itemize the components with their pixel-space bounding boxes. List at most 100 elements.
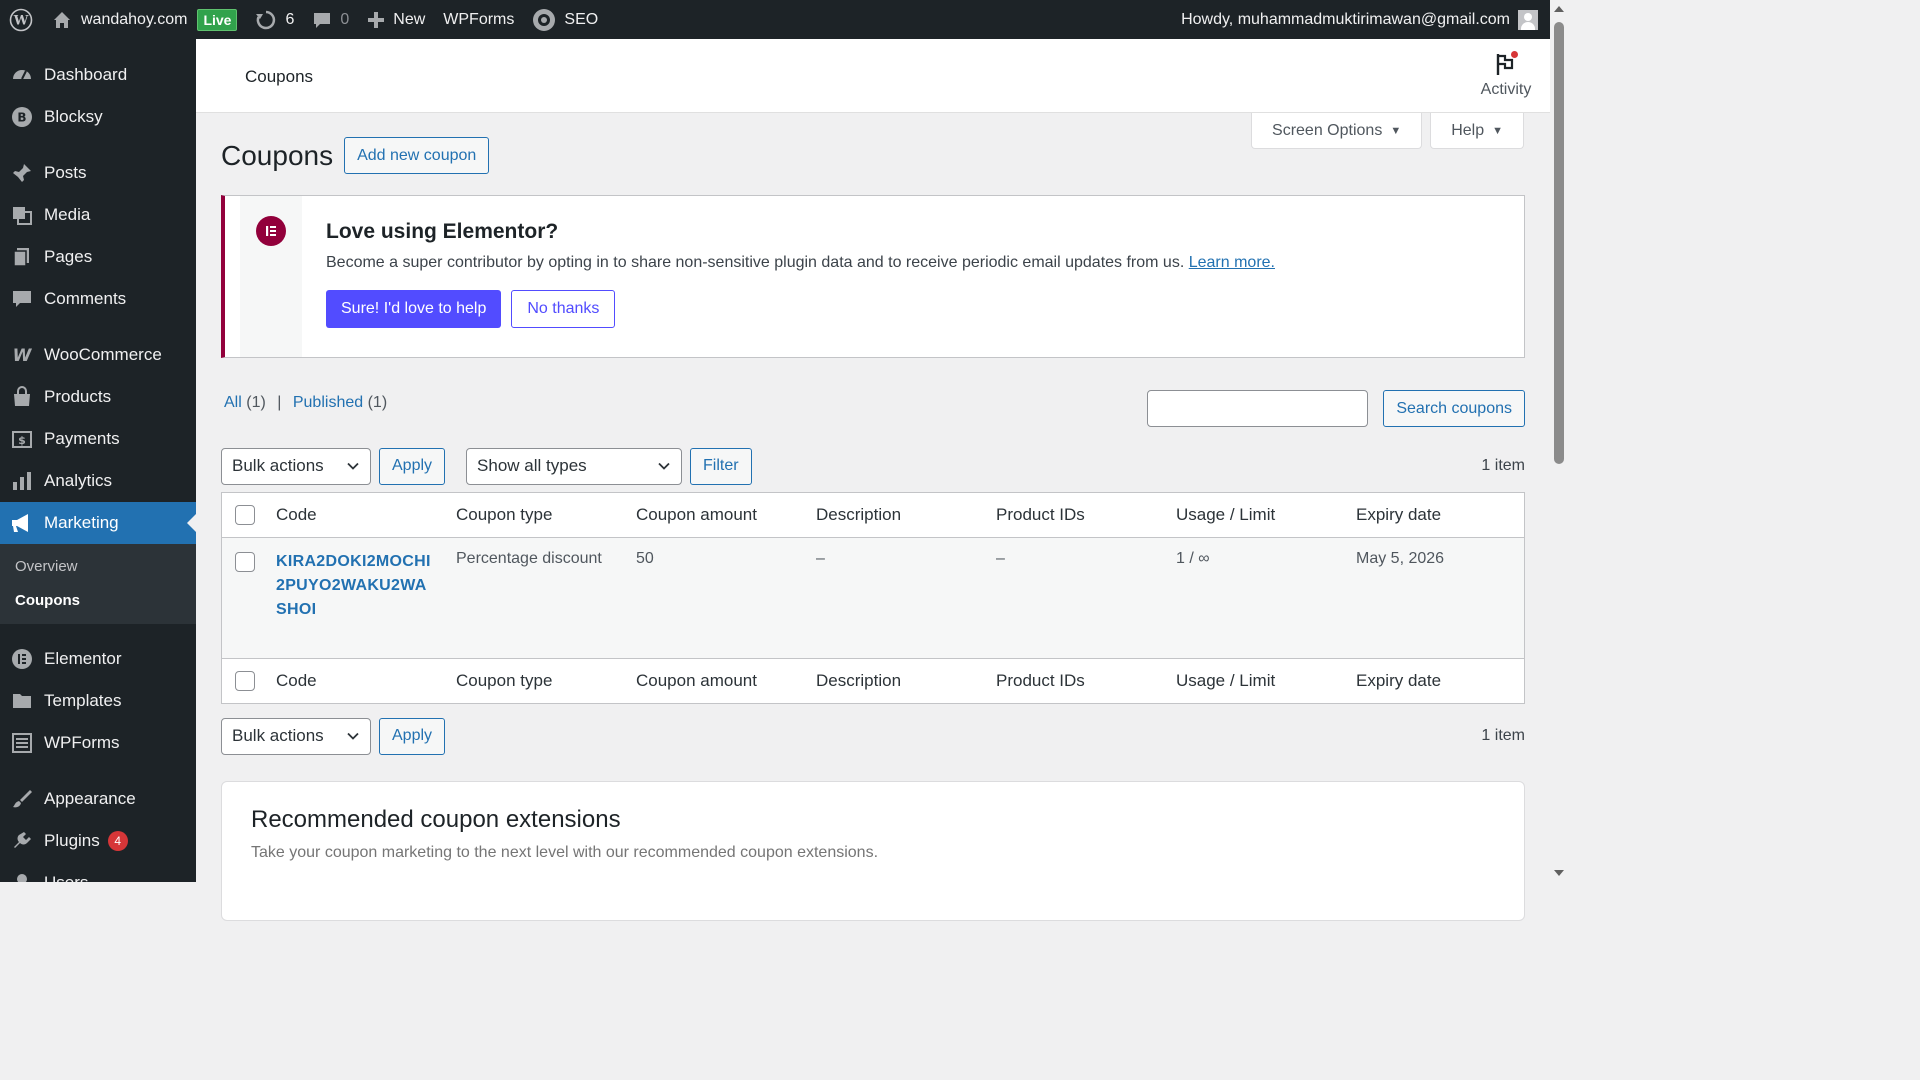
column-footer-coupon-amount: Coupon amount (636, 671, 757, 690)
sidebar-item-blocksy[interactable]: B Blocksy (0, 96, 196, 138)
screen-options-button[interactable]: Screen Options ▼ (1251, 113, 1423, 149)
sidebar-item-posts[interactable]: Posts (0, 152, 196, 194)
updates-count: 6 (285, 10, 295, 28)
row-checkbox[interactable] (235, 552, 255, 572)
sidebar-item-wpforms[interactable]: WPForms (0, 722, 196, 764)
sidebar-item-label: Appearance (44, 789, 136, 808)
filter-published-link[interactable]: Published (293, 394, 363, 411)
updates-icon (256, 10, 276, 29)
filter-all-link[interactable]: All (224, 394, 242, 411)
column-footer-product-ids: Product IDs (996, 671, 1085, 690)
page-title-row: Coupons Add new coupon (221, 137, 490, 174)
opt-in-button[interactable]: Sure! I'd love to help (326, 290, 502, 328)
sidebar-item-label: Analytics (44, 471, 113, 490)
sidebar-item-woocommerce[interactable]: W WooCommerce (0, 334, 196, 376)
sidebar-item-label: Media (44, 205, 91, 224)
sidebar-item-payments[interactable]: $ Payments (0, 418, 196, 460)
column-footer-code[interactable]: Code (276, 671, 456, 691)
site-name-link[interactable]: wandahoy.com Live (42, 0, 246, 39)
search-coupons-button[interactable]: Search coupons (1383, 390, 1525, 427)
woo-icon: W (10, 343, 34, 367)
seo-gear-icon (533, 8, 556, 31)
search-box: Search coupons (1147, 390, 1525, 427)
scroll-up-arrow-icon[interactable] (1554, 6, 1564, 12)
filter-button[interactable]: Filter (690, 447, 752, 485)
comment-icon (10, 287, 34, 311)
apply-bulk-button[interactable]: Apply (379, 447, 446, 485)
notice-body: Love using Elementor? Become a super con… (302, 196, 1275, 357)
sidebar-item-label: Products (44, 387, 112, 406)
select-all-checkbox-footer[interactable] (235, 671, 255, 691)
help-button[interactable]: Help ▼ (1430, 113, 1524, 149)
sidebar-item-users[interactable]: Users (0, 862, 196, 882)
dashboard-icon (10, 63, 34, 87)
sidebar-item-marketing[interactable]: Marketing (0, 502, 196, 544)
sidebar-item-label: Blocksy (44, 107, 103, 126)
wpforms-link[interactable]: WPForms (434, 0, 523, 39)
seo-link[interactable]: SEO (523, 0, 607, 39)
chevron-down-icon (347, 462, 359, 470)
megaphone-icon (10, 511, 34, 535)
svg-text:W: W (13, 13, 29, 28)
coupon-code-link[interactable]: KIRA2DOKI2MOCHI2PUYO2WAKU2WASHOI (276, 550, 436, 622)
site-name: wandahoy.com (81, 10, 188, 28)
home-icon (54, 11, 70, 28)
sidebar-item-pages[interactable]: Pages (0, 236, 196, 278)
screen-options-label: Screen Options (1272, 121, 1383, 139)
comments-count: 0 (340, 10, 350, 28)
sidebar-item-dashboard[interactable]: Dashboard (0, 54, 196, 96)
sidebar-item-templates[interactable]: Templates (0, 680, 196, 722)
woocommerce-header: Coupons Activity (196, 39, 1550, 113)
sidebar-item-elementor[interactable]: Elementor (0, 638, 196, 680)
wordpress-logo-icon[interactable]: W (0, 0, 42, 39)
no-thanks-button[interactable]: No thanks (511, 290, 616, 328)
sidebar-item-media[interactable]: Media (0, 194, 196, 236)
submenu-item-overview[interactable]: Overview (0, 550, 196, 584)
table-row: KIRA2DOKI2MOCHI2PUYO2WAKU2WASHOI Percent… (222, 538, 1524, 658)
sidebar-item-label: Plugins (44, 831, 100, 850)
column-header-code[interactable]: Code (276, 505, 456, 525)
page-scrollbar[interactable] (1550, 0, 1568, 882)
items-count: 1 item (1481, 457, 1525, 474)
column-header-coupon-amount: Coupon amount (636, 505, 757, 524)
apply-bulk-button-bottom[interactable]: Apply (379, 717, 446, 755)
sidebar-item-plugins[interactable]: Plugins 4 (0, 820, 196, 862)
scrollbar-thumb[interactable] (1554, 22, 1564, 464)
sidebar-item-comments[interactable]: Comments (0, 278, 196, 320)
sidebar-item-appearance[interactable]: Appearance (0, 778, 196, 820)
filter-separator: | (277, 394, 282, 411)
column-header-usage-limit: Usage / Limit (1176, 505, 1276, 524)
my-account[interactable]: Howdy, muhammadmuktirimawan@gmail.com (1181, 9, 1568, 30)
folder-icon (10, 689, 34, 713)
new-content-link[interactable]: New (358, 0, 434, 39)
comments-link[interactable]: 0 (303, 0, 358, 39)
seo-label: SEO (564, 10, 599, 28)
sidebar-item-analytics[interactable]: Analytics (0, 460, 196, 502)
search-coupons-input[interactable] (1147, 390, 1369, 427)
scroll-down-arrow-icon[interactable] (1554, 870, 1564, 876)
notice-title: Love using Elementor? (326, 220, 559, 243)
submenu-item-coupons[interactable]: Coupons (0, 584, 196, 618)
activity-unread-dot (1511, 51, 1518, 58)
add-new-coupon-button[interactable]: Add new coupon (344, 137, 490, 174)
notice-text: Become a super contributor by opting in … (326, 254, 1275, 272)
updates-link[interactable]: 6 (246, 0, 303, 39)
caret-down-icon: ▼ (1390, 124, 1402, 137)
select-all-checkbox[interactable] (235, 505, 255, 525)
notice-message: Become a super contributor by opting in … (326, 254, 1185, 271)
coupon-type-select[interactable]: Show all types (466, 447, 683, 485)
bulk-actions-select-bottom[interactable]: Bulk actions (221, 717, 371, 755)
sidebar-item-label: Dashboard (44, 65, 128, 84)
bulk-actions-select[interactable]: Bulk actions (221, 447, 371, 485)
plus-icon (368, 11, 385, 28)
page-title: Coupons (221, 139, 334, 171)
help-label: Help (1451, 121, 1485, 139)
activity-button[interactable]: Activity (1478, 51, 1534, 99)
plugins-update-badge: 4 (107, 831, 128, 851)
chevron-down-icon (658, 462, 670, 470)
learn-more-link[interactable]: Learn more. (1189, 254, 1275, 271)
tablenav-top: Bulk actions Apply Show all types Filter… (221, 447, 1525, 485)
sidebar-item-label: Users (44, 873, 88, 882)
sidebar-item-products[interactable]: Products (0, 376, 196, 418)
svg-text:B: B (17, 111, 26, 125)
